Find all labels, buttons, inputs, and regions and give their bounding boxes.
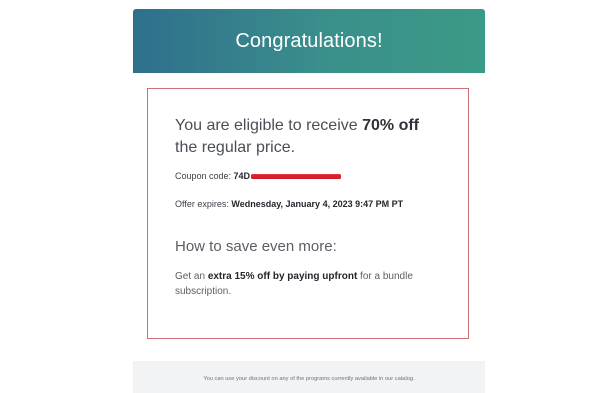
eligibility-prefix: You are eligible to receive [175,117,363,134]
bundle-prefix: Get an [175,271,208,282]
offer-panel: You are eligible to receive 70% off the … [133,73,485,361]
congratulations-header: Congratulations! [133,9,485,73]
expiry-value: Wednesday, January 4, 2023 9:47 PM PT [231,199,404,209]
save-more-heading: How to save even more: [175,238,337,255]
coupon-label: Coupon code: [175,171,234,181]
bundle-offer-text: Get an extra 15% off by paying upfront f… [175,269,460,299]
catalog-discount-note: You can use your discount on any of the … [203,376,415,382]
header-title: Congratulations! [235,29,383,52]
offer-card: Congratulations! You are eligible to rec… [133,9,485,393]
coupon-code-row: Coupon code: 74D [175,170,342,182]
eligibility-suffix: the regular price. [175,139,296,156]
discount-value: 70% off [362,117,419,134]
offer-expiry: Offer expires: Wednesday, January 4, 202… [175,197,450,211]
coupon-redaction-mark [251,175,342,179]
eligibility-message: You are eligible to receive 70% off the … [175,115,463,159]
bundle-bold-offer: extra 15% off by paying upfront [207,271,358,282]
offer-box: You are eligible to receive 70% off the … [147,88,469,339]
email-preview: Congratulations! You are eligible to rec… [0,0,609,393]
coupon-code-visible: 74D [233,171,251,181]
expiry-label: Offer expires: [175,199,232,209]
